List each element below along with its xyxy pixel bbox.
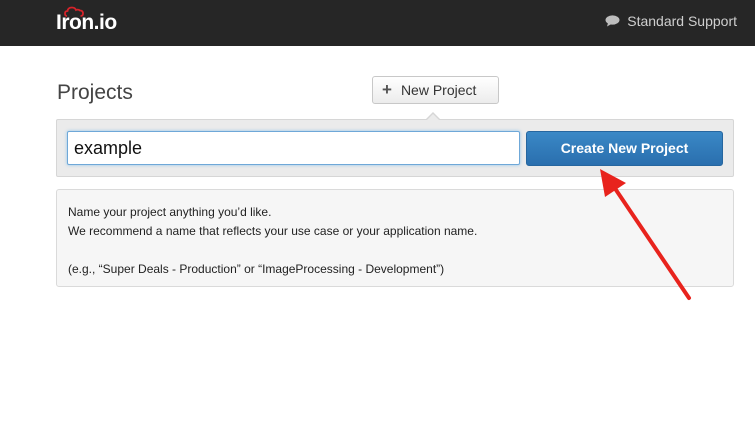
top-nav-bar: Iron.io Standard Support	[0, 0, 755, 46]
page-title: Projects	[57, 81, 133, 104]
standard-support-link[interactable]: Standard Support	[605, 13, 737, 29]
new-project-button[interactable]: + New Project	[372, 76, 499, 104]
cloud-logo-icon	[64, 6, 84, 17]
new-project-label: New Project	[400, 82, 477, 98]
help-spacer	[68, 241, 733, 260]
help-box: Name your project anything you’d like. W…	[56, 189, 734, 287]
create-new-project-button[interactable]: Create New Project	[526, 131, 723, 166]
help-line-2: We recommend a name that reflects your u…	[68, 224, 478, 238]
support-label: Standard Support	[627, 13, 737, 29]
help-line-1: Name your project anything you’d like.	[68, 205, 272, 219]
speech-bubble-icon	[605, 15, 620, 27]
help-line-3: (e.g., “Super Deals - Production” or “Im…	[68, 262, 445, 276]
panel-pointer-inner	[426, 114, 440, 121]
plus-icon: +	[382, 80, 392, 99]
project-name-input[interactable]	[67, 131, 520, 165]
